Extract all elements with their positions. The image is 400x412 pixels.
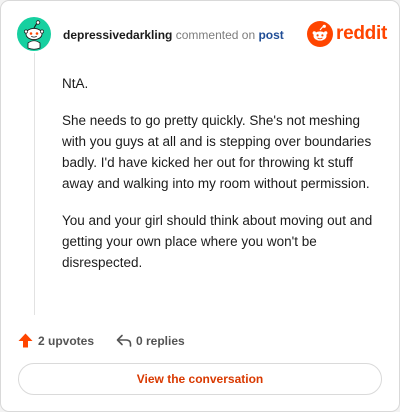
action-text: commented on (175, 28, 256, 42)
avatar[interactable] (17, 17, 51, 51)
thread-line (34, 53, 35, 315)
comment-paragraph: NtA. (62, 76, 89, 91)
comment-embed-card: depressivedarkling commented on post red… (0, 0, 400, 412)
comment-meta: depressivedarkling commented on post (63, 27, 284, 43)
post-link[interactable]: post (258, 28, 283, 42)
upvotes-count: 2 upvotes (38, 334, 95, 348)
replies-count: 0 replies (136, 334, 185, 348)
upvote-arrow-icon (18, 333, 33, 348)
reply-arrow-icon (116, 334, 132, 347)
replies-button[interactable]: 0 replies (116, 331, 196, 351)
comment-paragraph: She needs to go pretty quickly. She's no… (62, 113, 372, 191)
snoo-avatar-icon (17, 17, 51, 51)
username-link[interactable]: depressivedarkling (63, 28, 172, 42)
upvote-button[interactable]: 2 upvotes (18, 331, 98, 351)
reddit-logo[interactable]: reddit (307, 21, 387, 49)
reddit-wordmark: reddit (336, 23, 387, 44)
comment-paragraph: You and your girl should think about mov… (62, 213, 373, 270)
view-conversation-button[interactable]: View the conversation (18, 363, 382, 395)
comment-body: NtA. She needs to go pretty quickly. She… (62, 73, 380, 289)
reddit-logo-icon (307, 21, 333, 47)
comment-header: depressivedarkling commented on post red… (17, 17, 387, 53)
